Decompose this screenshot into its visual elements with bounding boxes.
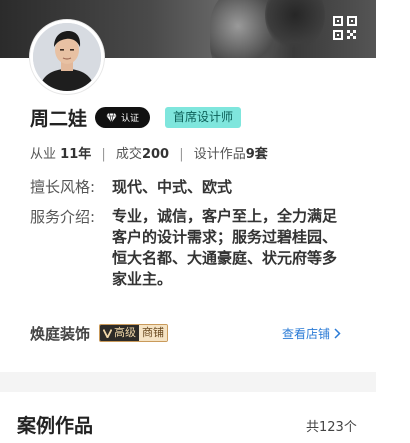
experience-label: 从业 [30,147,57,162]
style-label: 擅长风格: [30,178,96,196]
shop-type-label: 商铺 [139,325,167,341]
v-level-icon [103,328,112,338]
works-label: 设计作品 [193,147,246,162]
designer-name: 周二娃 [30,108,88,130]
designer-title-badge: 首席设计师 [165,107,242,128]
designer-stats: 从业 11年 | 成交200 | 设计作品9套 [30,143,268,162]
diamond-icon [106,112,117,123]
qr-code-icon[interactable] [332,15,358,41]
verified-badge: 认证 [95,107,150,128]
cases-section-title: 案例作品 [17,415,94,437]
shop-level-tag: 高级 商铺 [99,324,168,342]
works-value: 9套 [245,147,268,162]
view-store-link[interactable]: 查看店铺 [282,325,341,342]
deals-value: 200 [141,147,170,162]
verified-badge-label: 认证 [120,114,139,124]
experience-value: 11年 [60,147,92,162]
avatar-portrait [33,23,101,91]
shop-level-label: 高级 [114,326,136,339]
section-divider [0,372,376,392]
cases-count[interactable]: 共123个 [306,416,357,435]
company-name[interactable]: 焕庭装饰 [30,323,90,344]
service-intro-text: 专业，诚信，客户至上，全力满足客户的设计需求；服务过碧桂园、恒大名都、大通豪庭、… [112,207,338,288]
chevron-right-icon [334,328,341,339]
style-value: 现代、中式、欧式 [112,178,233,196]
stats-separator: | [101,147,106,162]
deals-label: 成交 [115,147,142,162]
view-store-label: 查看店铺 [282,327,331,341]
service-intro-label: 服务介绍: [30,208,96,226]
stats-separator: | [179,147,184,162]
shop-level: 高级 [100,325,139,341]
page-edge [376,0,410,443]
designer-avatar[interactable] [30,20,104,94]
